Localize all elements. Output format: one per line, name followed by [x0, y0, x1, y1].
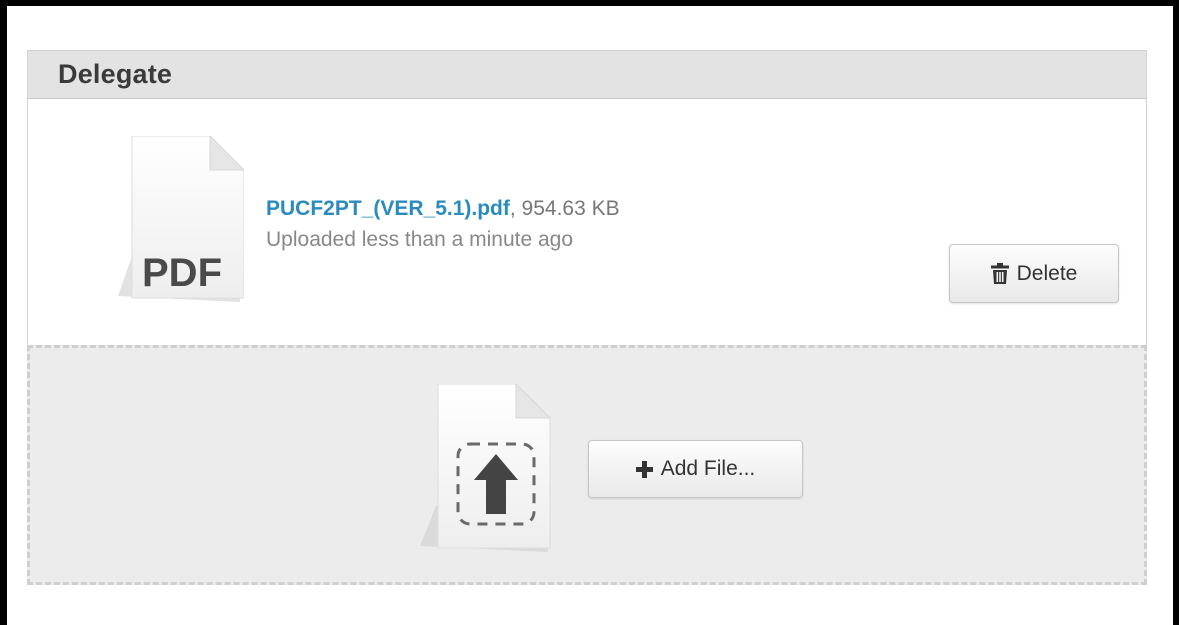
add-file-button-label: Add File...	[660, 457, 756, 480]
file-line: PUCF2PT_(VER_5.1).pdf, 954.63 KB	[266, 193, 620, 224]
window-frame: Delegate PDF PUCF2PT_(VER_5.1).pdf, 954.…	[0, 0, 1179, 625]
file-name-link[interactable]: PUCF2PT_(VER_5.1).pdf	[266, 197, 510, 220]
uploaded-file-row: PDF PUCF2PT_(VER_5.1).pdf, 954.63 KB Upl…	[27, 99, 1147, 345]
pdf-file-icon: PDF	[112, 136, 244, 304]
pdf-icon-label: PDF	[142, 251, 222, 295]
file-drop-zone[interactable]: Add File...	[27, 345, 1147, 585]
delete-button-label: Delete	[1016, 261, 1078, 285]
file-upload-status: Uploaded less than a minute ago	[266, 228, 574, 251]
panel-title: Delegate	[58, 59, 173, 89]
plus-icon	[635, 460, 653, 478]
panel-header: Delegate	[27, 50, 1147, 99]
file-size: , 954.63 KB	[509, 197, 620, 220]
trash-icon	[990, 263, 1009, 284]
upload-icon	[414, 384, 552, 554]
add-file-button[interactable]: Add File...	[588, 440, 803, 498]
delete-button[interactable]: Delete	[949, 244, 1119, 303]
file-info: PUCF2PT_(VER_5.1).pdf, 954.63 KB Uploade…	[266, 193, 620, 255]
upload-panel: Delegate PDF PUCF2PT_(VER_5.1).pdf, 954.…	[27, 50, 1147, 585]
